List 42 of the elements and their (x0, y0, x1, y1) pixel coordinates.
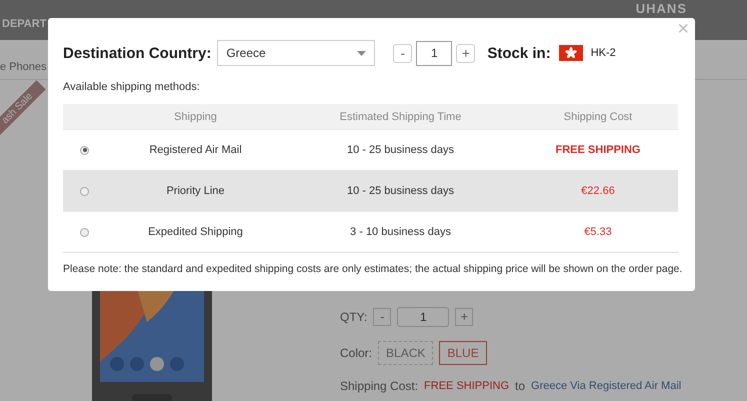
country-label: Destination Country: (63, 44, 212, 62)
color-option[interactable]: BLUE (439, 341, 487, 365)
to-text: to (515, 379, 526, 393)
radio-button[interactable] (80, 146, 89, 154)
decrease-button[interactable]: - (393, 44, 412, 62)
methods-label: Available shipping methods: (63, 81, 201, 93)
sale-ribbon: ash Sale (0, 80, 46, 137)
logo: UHANS (636, 1, 687, 16)
flower-flag-icon (558, 45, 583, 61)
radio-button[interactable] (80, 228, 89, 236)
shipping-cost-label: Shipping Cost: (340, 379, 418, 393)
free-shipping-text: FREE SHIPPING (424, 380, 510, 392)
shipping-time: 10 - 25 business days (346, 144, 455, 156)
stock-location: HK-2 (590, 47, 616, 59)
column-header: Estimated Shipping Time (338, 111, 462, 123)
radio-button[interactable] (80, 186, 89, 196)
nav-label[interactable]: DEPART (2, 18, 46, 30)
method-name: Registered Air Mail (148, 144, 243, 156)
close-button[interactable]: × (675, 19, 691, 39)
color-label: Color: (340, 346, 372, 360)
shipping-cost: €22.66 (580, 185, 616, 197)
column-header: Shipping Cost (562, 111, 634, 123)
caret-icon (357, 50, 366, 56)
stock-label: Stock in: (487, 44, 551, 62)
quantity-field[interactable]: 1 (397, 307, 450, 327)
shipping-cost: €5.33 (583, 226, 613, 238)
qty-label: QTY: (340, 310, 368, 324)
decrease-button[interactable]: - (373, 308, 392, 326)
shipping-cost: FREE SHIPPING (554, 144, 642, 156)
country-dropdown[interactable]: Greece (217, 40, 376, 66)
color-option[interactable]: BLACK (378, 341, 434, 365)
increase-button[interactable]: + (456, 44, 476, 62)
method-name: Expedited Shipping (147, 226, 244, 238)
note-text: Please note: the standard and expedited shipping costs are only estimates; the actual shipping price will be shown on the order page. (63, 263, 680, 275)
increase-button[interactable]: + (455, 308, 474, 326)
shipping-method-link[interactable]: Greece Via Registered Air Mail (531, 380, 682, 392)
shipping-time: 3 - 10 business days (349, 226, 452, 238)
shipping-time: 10 - 25 business days (346, 185, 455, 197)
column-header: Shipping (173, 111, 218, 123)
method-name: Priority Line (165, 185, 226, 197)
breadcrumb-link[interactable]: e Phones (0, 60, 46, 72)
quantity-field[interactable]: 1 (416, 40, 452, 66)
